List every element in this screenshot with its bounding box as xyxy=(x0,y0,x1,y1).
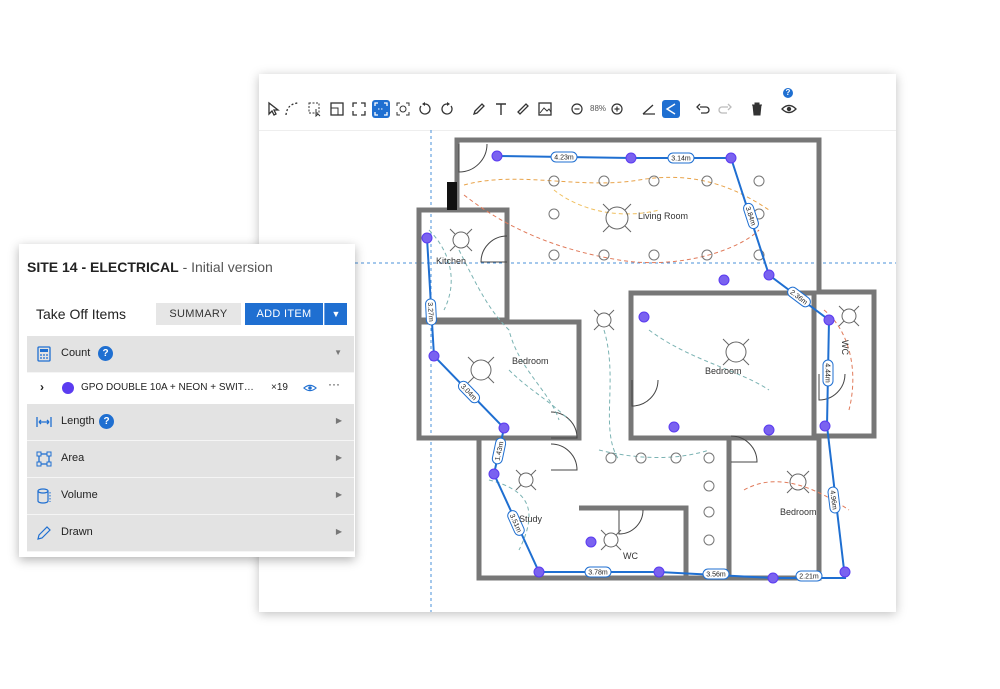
measure-label: 3.56m xyxy=(706,572,726,579)
redo-icon[interactable] xyxy=(716,100,734,118)
shape-recognition-icon[interactable] xyxy=(394,100,412,118)
count-points xyxy=(421,150,851,584)
text-tool-icon[interactable] xyxy=(492,100,510,118)
chevron-right-icon[interactable]: ▶ xyxy=(336,416,342,425)
measure-label: 3.27m xyxy=(426,302,434,322)
stair-block xyxy=(447,182,457,210)
takeoff-item-row[interactable]: › GPO DOUBLE 10A + NEON + SWIT… ×19 ··· xyxy=(27,373,354,403)
measure-label: 4.23m xyxy=(554,155,574,162)
more-options-icon[interactable]: ··· xyxy=(328,377,340,391)
room-label: Bedroom xyxy=(512,356,549,366)
zoom-level: 88% xyxy=(590,104,607,113)
undo-icon[interactable] xyxy=(694,100,712,118)
fit-screen-icon[interactable] xyxy=(350,100,368,118)
section-count[interactable]: Count ? ▼ xyxy=(27,336,354,373)
takeoff-panel: SITE 14 - ELECTRICAL - Initial version T… xyxy=(19,244,355,557)
section-drawn[interactable]: Drawn ▶ xyxy=(27,515,354,552)
doors xyxy=(458,143,846,535)
item-color-dot xyxy=(62,382,74,394)
polyline-icon[interactable] xyxy=(662,100,680,118)
section-length[interactable]: Length ? ▶ xyxy=(27,404,354,441)
rotate-left-icon[interactable] xyxy=(416,100,434,118)
light-fixtures xyxy=(449,203,860,551)
version-label: - Initial version xyxy=(178,259,273,275)
section-label: Count xyxy=(61,347,91,359)
layout-icon[interactable] xyxy=(328,100,346,118)
measure-label: 2.21m xyxy=(799,574,819,581)
chevron-right-icon[interactable]: › xyxy=(40,380,44,394)
room-label: Bedroom xyxy=(780,507,817,517)
ruler-arrows-icon xyxy=(36,414,52,430)
project-name: SITE 14 - ELECTRICAL xyxy=(27,259,179,275)
room-label: WC xyxy=(623,551,638,561)
room-label: Study xyxy=(519,514,543,524)
pencil-icon[interactable] xyxy=(470,100,488,118)
room-label: Living Room xyxy=(638,211,688,221)
image-icon[interactable] xyxy=(536,100,554,118)
pointer-icon[interactable] xyxy=(264,100,282,118)
summary-button[interactable]: SUMMARY xyxy=(156,303,241,325)
section-label: Drawn xyxy=(61,526,93,538)
rotate-right-icon[interactable] xyxy=(438,100,456,118)
curve-icon[interactable] xyxy=(283,100,301,118)
project-title: SITE 14 - ELECTRICAL - Initial version xyxy=(27,259,273,275)
calculator-icon xyxy=(36,346,52,362)
section-label: Length xyxy=(61,415,95,427)
item-name: GPO DOUBLE 10A + NEON + SWIT… xyxy=(81,382,254,393)
takeoff-items-heading: Take Off Items xyxy=(36,306,126,322)
select-area-icon[interactable] xyxy=(306,100,324,118)
add-item-dropdown-button[interactable]: ▼ xyxy=(324,303,347,325)
measure-label: 3.14m xyxy=(671,156,691,163)
trash-icon[interactable] xyxy=(748,100,766,118)
room-label: Bedroom xyxy=(705,366,742,376)
angle-icon[interactable] xyxy=(640,100,658,118)
section-volume[interactable]: Volume ▶ xyxy=(27,478,354,515)
chevron-right-icon[interactable]: ▶ xyxy=(336,490,342,499)
wiring xyxy=(428,176,854,551)
zoom-out-icon[interactable] xyxy=(568,100,586,118)
help-icon[interactable]: ? xyxy=(98,346,113,361)
add-item-button[interactable]: ADD ITEM xyxy=(245,303,323,325)
measure-label: 3.78m xyxy=(588,570,608,577)
section-label: Volume xyxy=(61,489,98,501)
visibility-eye-icon[interactable] xyxy=(303,381,317,393)
scale-tool-icon[interactable] xyxy=(372,100,390,118)
section-area[interactable]: Area ▶ xyxy=(27,441,354,478)
room-label: WC xyxy=(840,340,850,355)
zoom-in-icon[interactable] xyxy=(608,100,626,118)
measure-label: 4.44m xyxy=(824,363,831,383)
section-label: Area xyxy=(61,452,85,464)
pencil-icon xyxy=(36,525,52,541)
chevron-right-icon[interactable]: ▶ xyxy=(336,453,342,462)
chevron-down-icon[interactable]: ▼ xyxy=(334,348,342,357)
help-icon[interactable]: ? xyxy=(99,414,114,429)
item-count: ×19 xyxy=(271,382,288,393)
help-icon[interactable]: ? xyxy=(783,88,793,98)
room-label: Kitchen xyxy=(436,256,466,266)
eye-icon[interactable] xyxy=(780,100,798,118)
area-icon xyxy=(36,451,52,467)
ruler-icon[interactable] xyxy=(514,100,532,118)
chevron-right-icon[interactable]: ▶ xyxy=(336,527,342,536)
drawing-toolbar: 88% ? xyxy=(259,74,896,131)
cylinder-icon xyxy=(36,488,52,504)
